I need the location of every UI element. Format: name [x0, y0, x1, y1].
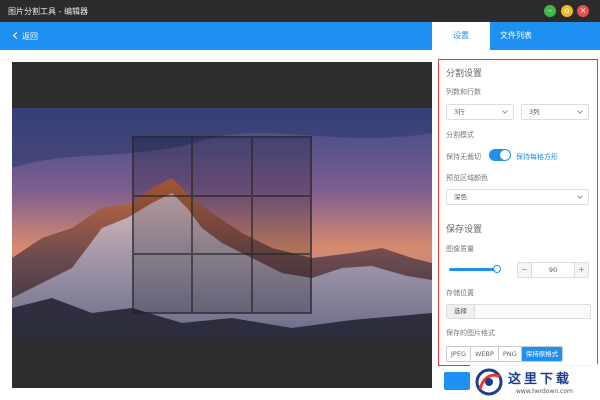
watermark-url: www.herdown.com — [516, 388, 573, 395]
format-group: JPEG WEBP PNG 保持原格式 — [446, 346, 564, 362]
back-label: 返回 — [22, 32, 38, 41]
maximize-button[interactable]: o — [561, 5, 573, 17]
columns-value: 3列 — [529, 108, 540, 116]
quality-label: 图像质量 — [446, 245, 474, 253]
primary-action-button[interactable] — [444, 372, 470, 390]
watermark: 这里下载 www.herdown.com — [470, 364, 598, 400]
format-label: 保存的图片格式 — [446, 329, 495, 337]
title-bar: 图片分割工具 - 编辑器 – o × — [0, 0, 600, 22]
preview-color-value: 深色 — [454, 193, 467, 201]
mode-label: 分割模式 — [446, 131, 474, 139]
window-title: 图片分割工具 - 编辑器 — [8, 7, 88, 16]
quality-value[interactable]: 90 — [532, 263, 574, 277]
mode-off-label: 保持无裁切 — [446, 153, 481, 161]
back-button[interactable]: 返回 — [12, 31, 38, 42]
grid-cell — [251, 254, 311, 313]
watermark-logo-icon — [475, 368, 503, 396]
split-grid-overlay[interactable] — [132, 136, 312, 314]
close-button[interactable]: × — [577, 5, 589, 17]
choose-button[interactable]: 选择 — [447, 305, 475, 318]
format-png[interactable]: PNG — [498, 347, 522, 361]
chevron-down-icon — [577, 108, 583, 114]
grid-cell — [251, 195, 311, 255]
watermark-text: 这里下载 — [508, 372, 573, 387]
preview-color-label: 预览区域颜色 — [446, 174, 488, 182]
minimize-button[interactable]: – — [544, 5, 556, 17]
grid-cell — [192, 137, 252, 196]
rows-value: 3行 — [454, 108, 465, 116]
increment-button[interactable]: + — [574, 263, 588, 277]
tab-settings[interactable]: 设置 — [432, 22, 490, 50]
settings-panel: 分割设置 列数和行数 3行 3列 分割模式 保持无裁切 保持每格方形 预览区域颜… — [438, 59, 598, 366]
chevron-down-icon — [502, 108, 508, 114]
save-settings-title: 保存设置 — [446, 225, 483, 235]
grid-cell — [133, 195, 193, 255]
mode-on-label: 保持每格方形 — [516, 153, 558, 161]
grid-cell — [133, 137, 193, 196]
toggle-knob — [500, 150, 510, 160]
count-label: 列数和行数 — [446, 88, 481, 96]
format-jpeg[interactable]: JPEG — [447, 347, 471, 361]
chevron-left-icon — [12, 31, 21, 40]
grid-cell — [192, 254, 252, 313]
quality-slider[interactable] — [449, 265, 501, 273]
decrement-button[interactable]: − — [518, 263, 532, 277]
rows-select[interactable]: 3行 — [446, 104, 514, 120]
quality-stepper[interactable]: − 90 + — [517, 262, 589, 278]
location-field[interactable]: 选择 — [446, 304, 591, 319]
grid-cell — [133, 254, 193, 313]
preview-color-select[interactable]: 深色 — [446, 189, 589, 205]
split-settings-title: 分割设置 — [446, 69, 483, 79]
columns-select[interactable]: 3列 — [521, 104, 589, 120]
format-original[interactable]: 保持原格式 — [521, 347, 563, 361]
tab-file-list[interactable]: 文件列表 — [490, 22, 542, 50]
chevron-down-icon — [577, 193, 583, 199]
grid-cell — [251, 137, 311, 196]
preview-top-strip — [12, 62, 432, 108]
slider-thumb[interactable] — [493, 265, 501, 273]
grid-cell — [192, 195, 252, 255]
preview-bottom-strip — [12, 342, 432, 388]
location-label: 存储位置 — [446, 289, 474, 297]
format-webp[interactable]: WEBP — [470, 347, 499, 361]
nav-bar: 返回 设置 文件列表 — [0, 22, 600, 50]
mode-toggle[interactable] — [489, 149, 511, 161]
